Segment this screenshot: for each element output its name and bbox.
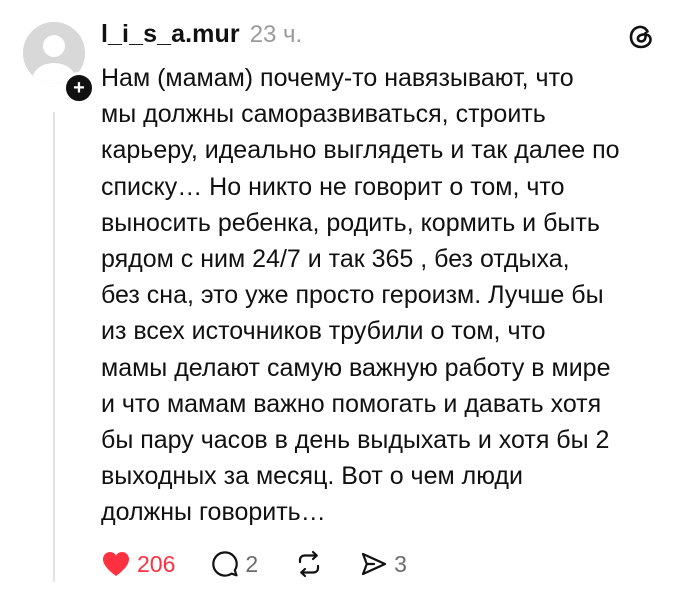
follow-button[interactable]: +: [63, 72, 95, 104]
post-body: Нам (мамам) почему-то навязывают, что мы…: [101, 64, 620, 527]
post-actions: 206 2 3: [101, 546, 443, 582]
heart-icon: [103, 552, 129, 576]
repost-icon: [299, 550, 320, 578]
username-link[interactable]: l_i_s_a.mur: [101, 20, 240, 49]
like-count: 206: [137, 550, 176, 577]
reply-button[interactable]: 2: [211, 550, 258, 578]
threads-logo-icon[interactable]: [626, 22, 656, 52]
share-count: 3: [394, 550, 407, 577]
send-icon: [362, 552, 387, 576]
plus-icon: +: [73, 77, 85, 99]
thread-line: [53, 112, 55, 582]
post-timestamp[interactable]: 23 ч.: [250, 21, 303, 49]
share-button[interactable]: 3: [360, 550, 407, 578]
post-header: l_i_s_a.mur 23 ч.: [101, 20, 302, 49]
repost-button[interactable]: [294, 550, 324, 578]
speech-bubble-icon: [212, 551, 239, 577]
reply-count: 2: [245, 550, 259, 577]
like-button[interactable]: 206: [101, 550, 175, 578]
